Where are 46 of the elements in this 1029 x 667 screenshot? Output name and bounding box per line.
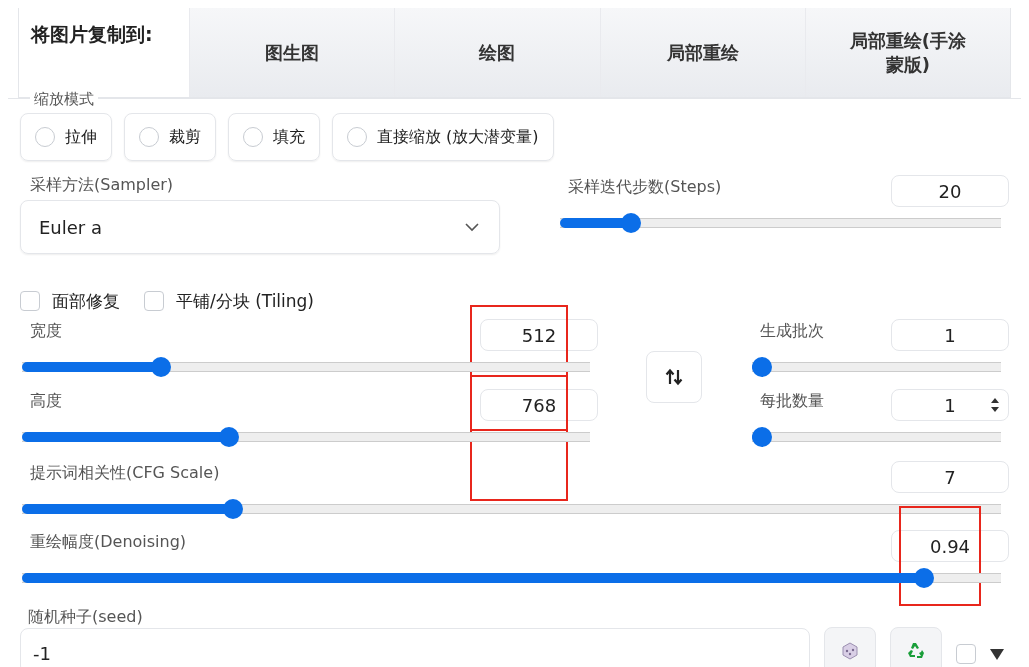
checkbox[interactable] (956, 644, 976, 664)
chevron-down-icon (465, 222, 479, 232)
number-field[interactable]: 20 (891, 175, 1009, 207)
swap-arrows-icon (665, 368, 683, 386)
number-field[interactable]: 768 (480, 389, 598, 421)
send-to-button[interactable]: 图生图 (189, 8, 395, 97)
copy-to-label: 将图片复制到: (29, 22, 154, 47)
number-field[interactable]: 512 (480, 319, 598, 351)
triangle-down-icon[interactable] (990, 648, 1004, 660)
radio-option[interactable]: 填充 (228, 113, 320, 161)
swap-button[interactable] (646, 351, 702, 403)
slider-label: 每批数量 (759, 390, 825, 412)
send-to-button[interactable]: 局部重绘 (599, 8, 805, 97)
slider-label: 采样迭代步数(Steps) (567, 176, 723, 198)
number-field[interactable]: 0.94 (891, 530, 1009, 562)
slider-label: 高度 (29, 390, 63, 412)
slider-label: 宽度 (29, 320, 63, 342)
sampler-label: 采样方法(Sampler) (29, 174, 175, 196)
slider-thumb[interactable] (913, 568, 934, 588)
slider-thumb[interactable] (219, 427, 240, 447)
checkbox[interactable] (144, 291, 164, 311)
number-field[interactable]: 1 (891, 319, 1009, 351)
slider-label: 生成批次 (759, 320, 825, 342)
resize-mode-legend: 缩放模式 (30, 90, 98, 109)
number-field[interactable]: 1 (891, 389, 1009, 421)
checkbox-label: 面部修复 (52, 289, 120, 313)
recycle-button[interactable] (890, 627, 942, 667)
slider-label: 重绘幅度(Denoising) (29, 531, 188, 553)
checkbox[interactable] (20, 291, 40, 311)
radio-option[interactable]: 裁剪 (124, 113, 216, 161)
radio-option[interactable]: 拉伸 (20, 113, 112, 161)
checkbox-label: 平铺/分块 (Tiling) (176, 289, 314, 313)
seed-field[interactable]: -1 (20, 628, 810, 667)
slider-thumb[interactable] (150, 357, 171, 377)
slider-thumb[interactable] (223, 499, 244, 519)
dice-icon (840, 641, 860, 661)
slider-thumb[interactable] (752, 427, 772, 447)
slider-label: 提示词相关性(CFG Scale) (29, 462, 221, 484)
spinner-arrows-icon[interactable] (990, 396, 1000, 414)
radio-option[interactable]: 直接缩放 (放大潜变量) (332, 113, 554, 161)
send-to-button[interactable]: 绘图 (394, 8, 600, 97)
sampler-dropdown[interactable]: Euler a (20, 200, 500, 254)
slider-thumb[interactable] (752, 357, 772, 377)
number-field[interactable]: 7 (891, 461, 1009, 493)
slider-thumb[interactable] (621, 213, 642, 233)
send-to-button[interactable]: 局部重绘(手涂蒙版) (804, 8, 1010, 97)
